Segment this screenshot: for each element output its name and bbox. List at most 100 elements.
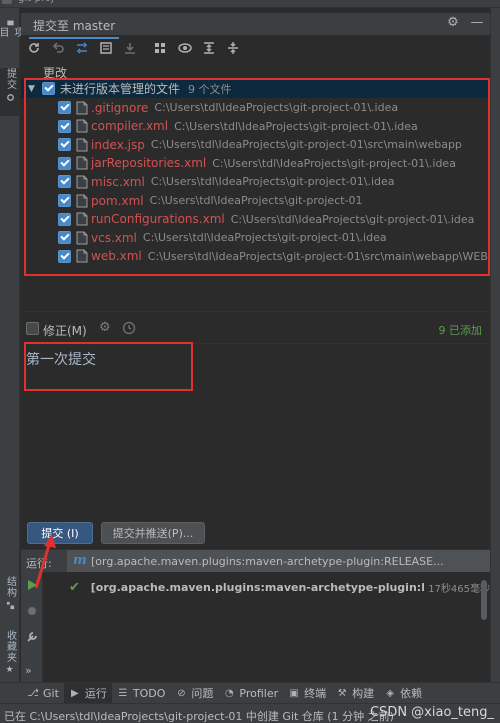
file-checkbox[interactable]	[58, 175, 71, 189]
tab-favorites[interactable]: 收藏夹 ★	[0, 630, 20, 680]
status-text[interactable]: 已在 C:\Users\tdl\IdeaProjects\git-project…	[4, 708, 394, 723]
collapse-all-icon[interactable]	[225, 40, 241, 56]
gear-icon[interactable]: ⚙	[445, 15, 461, 31]
run-icon: ▶	[71, 687, 79, 699]
file-checkbox[interactable]	[58, 194, 71, 207]
chevron-down-icon[interactable]: ▼	[28, 84, 38, 94]
file-row[interactable]: misc.xml C:\Users\tdl\IdeaProjects\git-pr…	[21, 172, 490, 191]
file-checkbox[interactable]	[58, 101, 71, 114]
tab-structure[interactable]: 结构	[0, 576, 20, 616]
file-checkbox[interactable]	[58, 156, 71, 170]
unversioned-group[interactable]: ▼ 未进行版本管理的文件 9 个文件	[21, 79, 490, 98]
more-icon[interactable]: »	[25, 664, 39, 678]
file-name: misc.xml	[91, 174, 145, 189]
commit-message-text[interactable]: 第一次提交	[26, 349, 96, 369]
tool-run[interactable]: ▶ 运行	[63, 682, 112, 704]
commit-message-area[interactable]: 第一次提交	[21, 343, 490, 513]
group-count: 9 个文件	[188, 82, 232, 96]
star-icon: ★	[5, 665, 14, 675]
wrench-icon[interactable]	[25, 630, 39, 644]
commit-button[interactable]: 提交 (I)	[27, 522, 93, 544]
commit-panel-title[interactable]: 提交至 master	[28, 17, 120, 39]
tool-dependencies-label: 依赖	[400, 687, 423, 700]
tool-dependencies[interactable]: ◈ 依赖	[379, 683, 427, 704]
file-row[interactable]: runConfigurations.xml C:\Users\tdl\IdeaPr…	[21, 210, 490, 229]
commit-icon	[6, 94, 14, 101]
file-name: pom.xml	[91, 193, 144, 208]
tool-problems-label: 问题	[191, 687, 214, 700]
tool-problems[interactable]: ⊘ 问题	[170, 683, 218, 704]
debug-icon[interactable]	[25, 604, 39, 618]
run-gutter: »	[21, 572, 43, 683]
file-row[interactable]: index.jsp C:\Users\tdl\IdeaProjects\git-p…	[21, 135, 490, 154]
history-icon[interactable]	[122, 321, 136, 335]
group-by-icon[interactable]	[152, 40, 168, 56]
run-result-row[interactable]: ✔ [org.apache.maven.plugins:maven-archet…	[69, 578, 490, 596]
tool-todo-label: TODO	[132, 686, 166, 700]
file-checkbox[interactable]	[58, 231, 71, 245]
window-title: git-proj	[18, 0, 54, 4]
file-checkbox[interactable]	[58, 138, 71, 152]
expand-all-icon[interactable]	[201, 40, 217, 56]
build-icon: ⚒	[337, 687, 347, 699]
tab-project[interactable]: 项目	[0, 16, 23, 46]
file-row[interactable]: compiler.xml C:\Users\tdl\IdeaProjects\gi…	[21, 117, 490, 136]
tool-build[interactable]: ⚒ 构建	[331, 683, 379, 704]
file-icon	[76, 119, 88, 133]
tab-favorites-label: 收藏夹	[4, 630, 16, 663]
problems-icon: ⊘	[177, 687, 186, 699]
right-tool-strip	[490, 8, 500, 682]
dependencies-icon: ◈	[386, 687, 394, 699]
file-path: C:\Users\tdl\IdeaProjects\git-project-01…	[230, 212, 475, 226]
file-path: C:\Users\tdl\IdeaProjects\git-project-01…	[150, 138, 462, 152]
tool-profiler-label: Profiler	[239, 686, 279, 700]
run-tab[interactable]: m [org.apache.maven.plugins:maven-archet…	[67, 550, 490, 572]
file-checkbox[interactable]	[58, 119, 71, 133]
rollback-icon[interactable]	[50, 40, 66, 56]
commit-and-push-button[interactable]: 提交并推送(P)...	[101, 522, 205, 544]
tool-todo[interactable]: ☰ TODO	[112, 683, 171, 704]
view-options-icon[interactable]	[177, 40, 193, 56]
file-row[interactable]: .gitignore C:\Users\tdl\IdeaProjects\git-…	[21, 98, 490, 117]
file-name: vcs.xml	[91, 230, 137, 245]
run-scrollbar[interactable]	[481, 580, 487, 620]
tool-window-bar: ⎇ Git ▶ 运行 ☰ TODO ⊘ 问题 ◔ Profiler ▣ 终端 ⚒…	[0, 682, 500, 704]
run-label: 运行:	[26, 557, 52, 570]
run-tab-text: [org.apache.maven.plugins:maven-archetyp…	[91, 555, 444, 568]
file-row[interactable]: vcs.xml C:\Users\tdl\IdeaProjects\git-pro…	[21, 228, 490, 247]
splitter[interactable]	[21, 311, 490, 312]
file-icon	[76, 101, 88, 114]
show-diff-icon[interactable]	[74, 40, 90, 56]
tool-git[interactable]: ⎇ Git	[22, 683, 64, 704]
file-icon	[76, 194, 88, 207]
maven-icon: m	[73, 553, 87, 568]
structure-icon	[6, 601, 14, 610]
tool-terminal-label: 终端	[304, 687, 327, 700]
shelve-icon[interactable]	[98, 40, 114, 56]
folder-icon	[6, 20, 14, 26]
file-name: runConfigurations.xml	[91, 212, 225, 227]
tab-commit[interactable]: 提交	[0, 68, 20, 116]
amend-label[interactable]: 修正(M)	[43, 322, 87, 339]
commit-toolbar	[21, 37, 490, 59]
amend-checkbox[interactable]	[26, 322, 39, 335]
file-path: C:\Users\tdl\IdeaProjects\git-project-01	[149, 194, 363, 207]
file-row[interactable]: jarRepositories.xml C:\Users\tdl\IdeaProj…	[21, 154, 490, 173]
title-bar: git-proj	[0, 0, 500, 8]
added-status: 9 已添加	[438, 324, 483, 337]
file-row[interactable]: web.xml C:\Users\tdl\IdeaProjects\git-pro…	[21, 247, 490, 266]
rerun-icon[interactable]	[25, 578, 39, 592]
file-row[interactable]: pom.xml C:\Users\tdl\IdeaProjects\git-pro…	[21, 191, 490, 210]
tool-profiler[interactable]: ◔ Profiler	[218, 683, 283, 704]
update-icon[interactable]	[122, 40, 138, 56]
file-checkbox[interactable]	[58, 249, 71, 263]
status-bar: 已在 C:\Users\tdl\IdeaProjects\git-project…	[0, 703, 500, 723]
refresh-icon[interactable]	[26, 40, 42, 56]
tool-terminal[interactable]: ▣ 终端	[283, 683, 331, 704]
group-checkbox[interactable]	[42, 82, 55, 95]
minimize-icon[interactable]: —	[469, 15, 485, 31]
commit-options-gear-icon[interactable]: ⚙	[99, 321, 113, 335]
tab-structure-label: 结构	[4, 576, 16, 598]
file-name: compiler.xml	[91, 119, 169, 134]
file-checkbox[interactable]	[58, 212, 71, 226]
